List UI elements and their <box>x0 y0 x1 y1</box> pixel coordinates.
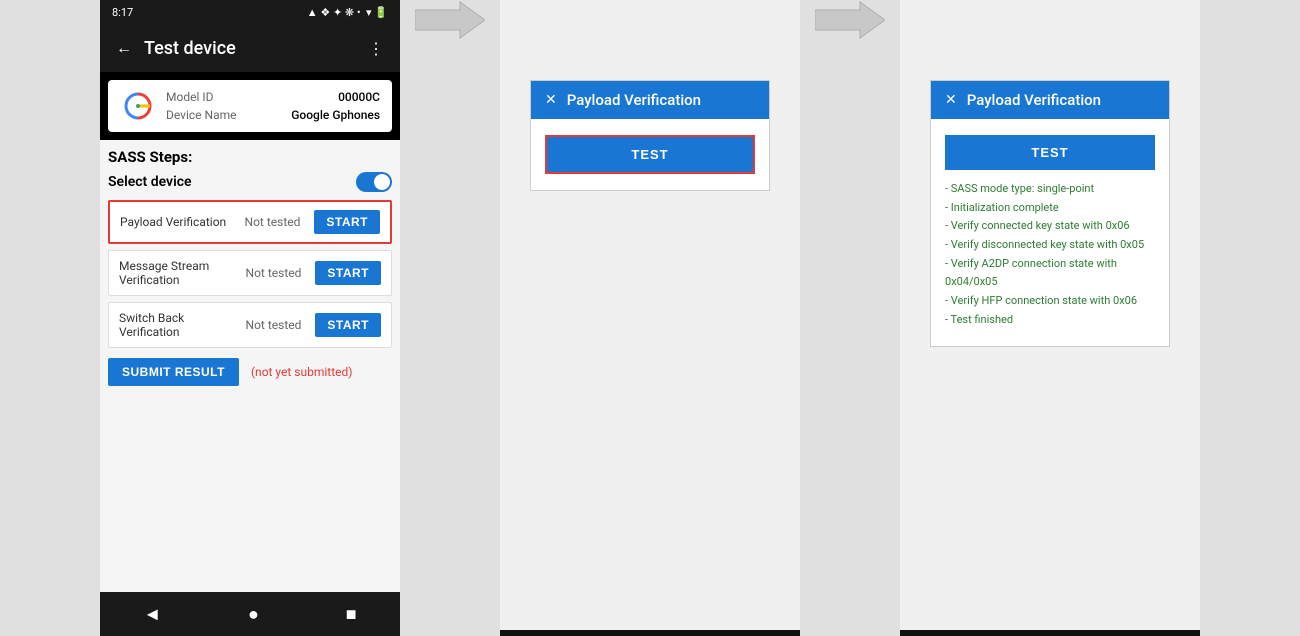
step-status-payload: Not tested <box>245 215 301 229</box>
result-line-item: - SASS mode type: single-point <box>945 180 1155 199</box>
arrow-1 <box>400 0 500 40</box>
app-bar: ← Test device ⋮ <box>100 24 400 72</box>
arrow-icon-2 <box>815 0 885 40</box>
result-line-item: - Initialization complete <box>945 199 1155 218</box>
status-time: 8:17 <box>112 6 133 19</box>
dialog-screen-1: ✕ Payload Verification TEST <box>500 0 800 636</box>
step-status-message: Not tested <box>246 266 302 280</box>
sass-title: SASS Steps: <box>108 148 392 166</box>
arrow-icon-1 <box>415 0 485 40</box>
device-name-value: Google Gphones <box>291 108 380 122</box>
select-device-toggle[interactable] <box>356 172 392 192</box>
dialog-box-2: ✕ Payload Verification TEST - SASS mode … <box>930 80 1170 347</box>
status-icons: ▲ ❖ ✦ ❋ • ▾ 🔋 <box>307 6 388 19</box>
recents-nav-button[interactable]: ■ <box>326 596 377 633</box>
dialog-box-1: ✕ Payload Verification TEST <box>530 80 770 191</box>
dialog-close-icon-2[interactable]: ✕ <box>945 92 957 108</box>
result-line-item: - Verify disconnected key state with 0x0… <box>945 236 1155 255</box>
dialog-header-1: ✕ Payload Verification <box>531 81 769 119</box>
home-nav-button[interactable]: ● <box>228 596 279 633</box>
device-name-row: Device Name Google Gphones <box>166 106 380 124</box>
dialog-title-2: Payload Verification <box>967 91 1101 109</box>
start-button-payload[interactable]: START <box>314 210 380 234</box>
step-row-payload: Payload Verification Not tested START <box>108 200 392 244</box>
result-line-item: - Verify A2DP connection state with 0x04… <box>945 255 1155 292</box>
device-info-card: Model ID 00000C Device Name Google Gphon… <box>108 80 392 132</box>
start-button-switch[interactable]: START <box>315 313 381 337</box>
model-id-label: Model ID <box>166 90 213 104</box>
device-logo <box>120 88 156 124</box>
start-button-message[interactable]: START <box>315 261 381 285</box>
result-line-item: - Verify HFP connection state with 0x06 <box>945 292 1155 311</box>
step-name-payload: Payload Verification <box>120 215 239 229</box>
back-nav-button[interactable]: ◄ <box>123 596 181 633</box>
device-name-label: Device Name <box>166 108 237 122</box>
select-device-label: Select device <box>108 174 192 190</box>
app-bar-title: Test device <box>144 38 236 59</box>
step-row-switch: Switch Back Verification Not tested STAR… <box>108 302 392 348</box>
step-status-switch: Not tested <box>246 318 302 332</box>
menu-icon[interactable]: ⋮ <box>368 39 384 58</box>
result-line-item: - Test finished <box>945 311 1155 330</box>
select-device-row: Select device <box>108 172 392 192</box>
result-line-item: - Verify connected key state with 0x06 <box>945 217 1155 236</box>
submit-row: SUBMIT RESULT (not yet submitted) <box>108 358 392 386</box>
model-id-value: 00000C <box>338 90 380 104</box>
model-id-row: Model ID 00000C <box>166 88 380 106</box>
test-button-2[interactable]: TEST <box>945 135 1155 170</box>
dialog-bottom-bar-1 <box>500 630 800 636</box>
device-info-rows: Model ID 00000C Device Name Google Gphon… <box>166 88 380 124</box>
phone-content: SASS Steps: Select device Payload Verifi… <box>100 140 400 592</box>
status-bar: 8:17 ▲ ❖ ✦ ❋ • ▾ 🔋 <box>100 0 400 24</box>
dialog-body-1: TEST <box>531 119 769 190</box>
dialog-overlay-2: ✕ Payload Verification TEST - SASS mode … <box>900 0 1200 636</box>
back-icon: ← <box>116 38 132 58</box>
phone-screen: 8:17 ▲ ❖ ✦ ❋ • ▾ 🔋 ← Test device ⋮ Model… <box>100 0 400 636</box>
dialog-overlay-1: ✕ Payload Verification TEST <box>500 0 800 636</box>
dialog-body-2: TEST - SASS mode type: single-point- Ini… <box>931 119 1169 346</box>
step-name-switch: Switch Back Verification <box>119 311 240 339</box>
dialog-bottom-bar-2 <box>900 630 1200 636</box>
arrow-2 <box>800 0 900 40</box>
submit-result-button[interactable]: SUBMIT RESULT <box>108 358 239 386</box>
nav-bar: ◄ ● ■ <box>100 592 400 636</box>
step-name-message: Message Stream Verification <box>119 259 240 287</box>
submit-status: (not yet submitted) <box>251 365 353 379</box>
dialog-close-icon-1[interactable]: ✕ <box>545 92 557 108</box>
back-button[interactable]: ← Test device <box>116 38 236 59</box>
result-lines: - SASS mode type: single-point- Initiali… <box>945 180 1155 330</box>
dialog-title-1: Payload Verification <box>567 91 701 109</box>
dialog-screen-2: ✕ Payload Verification TEST - SASS mode … <box>900 0 1200 636</box>
test-button-1[interactable]: TEST <box>545 135 755 174</box>
step-row-message: Message Stream Verification Not tested S… <box>108 250 392 296</box>
dialog-header-2: ✕ Payload Verification <box>931 81 1169 119</box>
